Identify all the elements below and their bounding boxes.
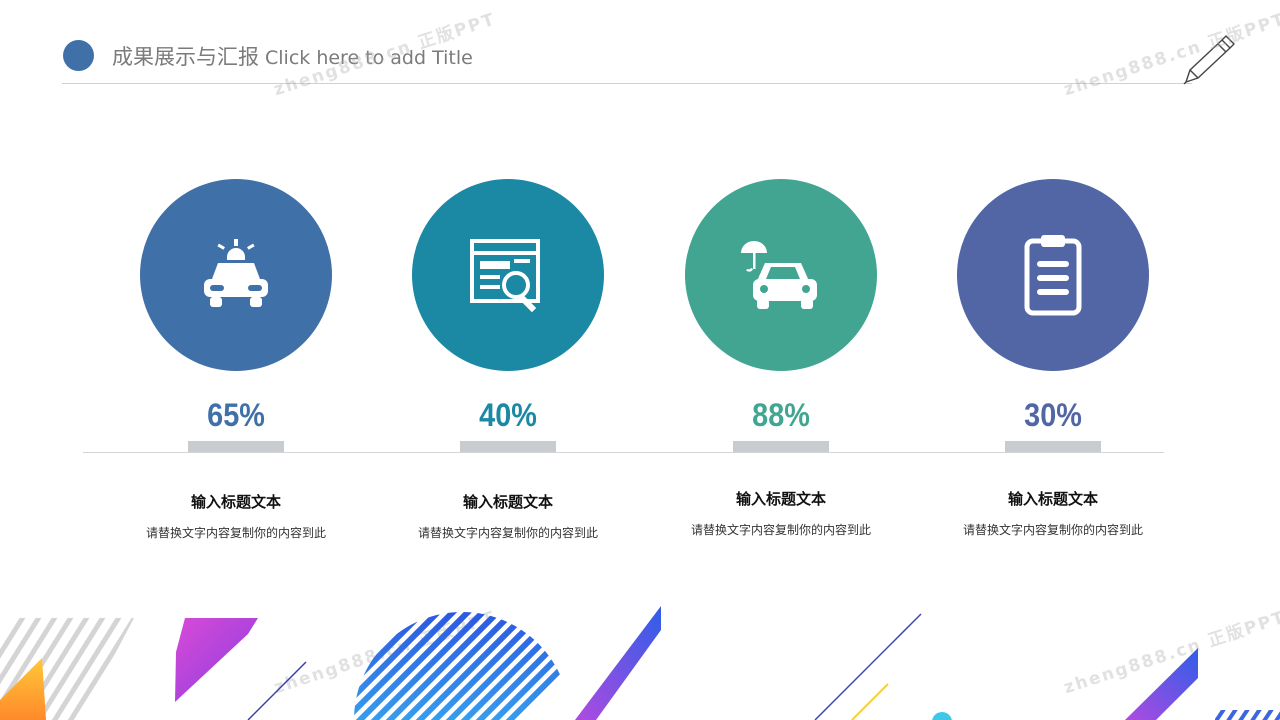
car-insurance-icon [741,241,817,309]
title-bullet [63,40,94,71]
clipboard-icon [1024,235,1082,316]
stat-value: 65% [207,397,265,433]
card-title: 输入标题文本 [462,493,553,511]
card-description: 请替换文字内容复制你的内容到此 [417,526,598,540]
stat-value: 40% [479,397,537,433]
page-title[interactable]: 成果展示与汇报 Click here to add Title [112,42,473,72]
stat-card-4: 30% 输入标题文本 请替换文字内容复制你的内容到此 [957,179,1149,537]
card-title: 输入标题文本 [735,490,826,508]
card-description: 请替换文字内容复制你的内容到此 [145,526,326,540]
card-description: 请替换文字内容复制你的内容到此 [690,523,871,537]
icon-circle [957,179,1149,371]
watermark-2: zheng888.cn 正版PPT [1061,9,1280,101]
icon-circle [140,179,332,371]
title-cn: 成果展示与汇报 [112,45,259,69]
stat-value: 88% [752,397,810,433]
stat-card-1: 65% 输入标题文本 请替换文字内容复制你的内容到此 [140,179,332,540]
pen-icon [1183,35,1235,85]
header-divider [62,83,1192,84]
stat-underline [188,441,284,452]
police-car-icon [204,239,268,307]
card-title: 输入标题文本 [1007,490,1098,508]
stat-underline [460,441,556,452]
icon-circle [412,179,604,371]
icon-circle [685,179,877,371]
stat-underline [733,441,829,452]
stat-card-3: 88% 输入标题文本 请替换文字内容复制你的内容到此 [685,179,877,537]
stat-underline [1005,441,1101,452]
card-description: 请替换文字内容复制你的内容到此 [962,523,1143,537]
stat-value: 30% [1024,397,1082,433]
title-en: Click here to add Title [265,47,473,69]
content-divider [83,452,1164,453]
search-document-icon [470,239,540,313]
card-title: 输入标题文本 [190,493,281,511]
decorative-shapes [0,606,1280,720]
stat-card-2: 40% 输入标题文本 请替换文字内容复制你的内容到此 [412,179,604,540]
